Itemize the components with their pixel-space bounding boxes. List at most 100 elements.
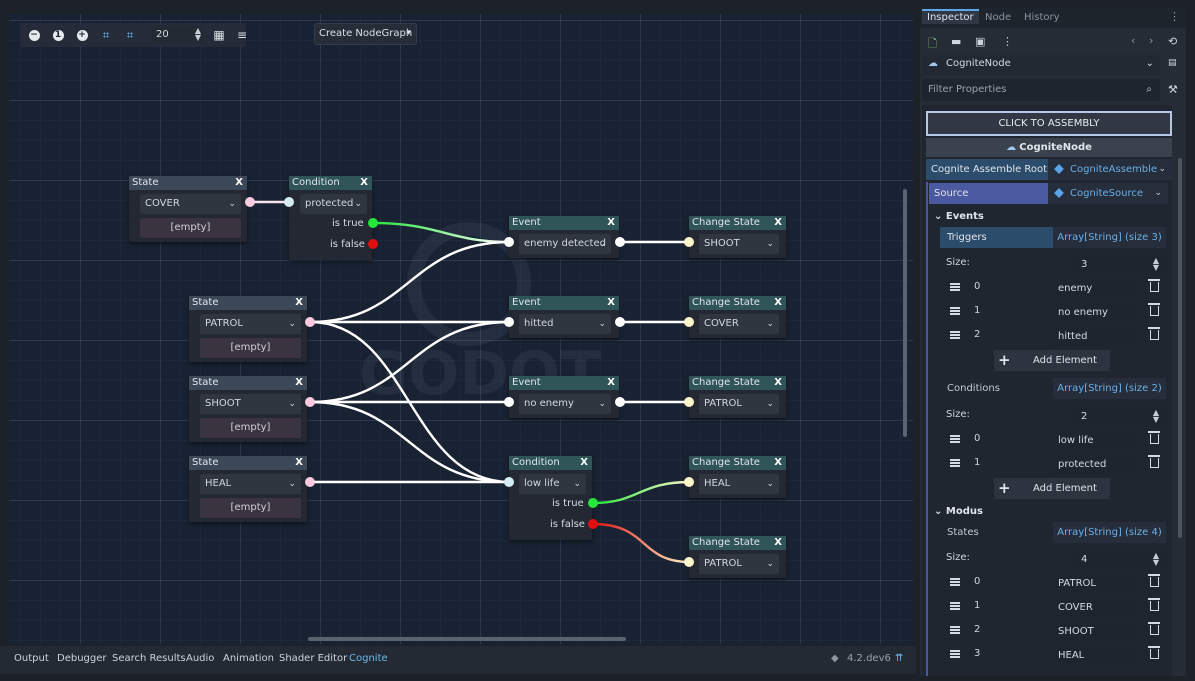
source-value[interactable]: CogniteSource ⌄	[1048, 183, 1168, 204]
close-node-button[interactable]: X	[774, 536, 782, 550]
spin-arrows-icon[interactable]: ▲ ▼	[1153, 257, 1159, 272]
is-false-output-port[interactable]	[368, 239, 378, 249]
vertical-scrollbar[interactable]	[903, 189, 907, 437]
drag-handle-icon[interactable]	[950, 602, 960, 610]
close-node-button[interactable]: X	[774, 456, 782, 470]
tab-cognite[interactable]: Cognite	[349, 653, 388, 664]
state-output-port[interactable]	[305, 397, 315, 407]
dock-menu-icon[interactable]: ⋮	[1169, 10, 1180, 23]
close-node-button[interactable]: X	[607, 296, 615, 310]
minimap-icon[interactable]: ▦	[210, 26, 228, 44]
change-state-dropdown[interactable]: PATROL ⌄	[699, 554, 779, 574]
close-node-button[interactable]: X	[774, 296, 782, 310]
close-node-button[interactable]: X	[295, 376, 303, 390]
more-options-icon[interactable]: ⋮	[1002, 35, 1013, 48]
drag-handle-icon[interactable]	[950, 650, 960, 658]
drag-handle-icon[interactable]	[950, 435, 960, 443]
horizontal-scrollbar[interactable]	[308, 637, 626, 641]
state-dropdown[interactable]: COVER ⌄	[140, 194, 241, 214]
state-node-heal[interactable]: State X HEAL ⌄ [empty]	[189, 456, 307, 522]
close-node-button[interactable]: X	[774, 216, 782, 230]
triggers-array-button[interactable]: Array[String] (size 3)	[1053, 227, 1166, 248]
event-node-enemy-detected[interactable]: Event X enemy detected ⌄	[509, 216, 619, 258]
grid-snap-icon[interactable]: ⌗	[97, 26, 115, 44]
drag-handle-icon[interactable]	[950, 283, 960, 291]
event-dropdown[interactable]: no enemy ⌄	[519, 394, 611, 414]
tab-history[interactable]: History	[1019, 11, 1065, 24]
zoom-reset-icon[interactable]: 1	[49, 26, 67, 44]
expand-panel-icon[interactable]: ⇈	[895, 653, 903, 664]
object-selector[interactable]: CogniteNode ☁ ⌄	[922, 55, 1160, 75]
event-input-port[interactable]	[504, 317, 514, 327]
condition-dropdown[interactable]: protected ⌄	[300, 194, 367, 214]
is-true-output-port[interactable]	[368, 218, 378, 228]
drag-handle-icon[interactable]	[950, 626, 960, 634]
tab-audio[interactable]: Audio	[186, 653, 214, 664]
condition-input-port[interactable]	[504, 477, 514, 487]
condition-element-field[interactable]: low life	[1054, 431, 1138, 451]
state-output-port[interactable]	[305, 317, 315, 327]
history-back-icon[interactable]: ‹	[1131, 34, 1135, 47]
empty-slot-button[interactable]: [empty]	[140, 218, 241, 238]
change-state-node-patrol[interactable]: Change State X PATROL ⌄	[689, 376, 786, 418]
tab-node[interactable]: Node	[980, 11, 1016, 24]
condition-input-port[interactable]	[284, 197, 294, 207]
drag-handle-icon[interactable]	[950, 578, 960, 586]
arrange-nodes-icon[interactable]: ≡	[233, 26, 251, 44]
event-output-port[interactable]	[615, 397, 625, 407]
state-element-field[interactable]: HEAL	[1054, 646, 1138, 666]
empty-slot-button[interactable]: [empty]	[200, 338, 301, 358]
add-element-button[interactable]: + Add Element	[994, 350, 1110, 371]
state-element-field[interactable]: SHOOT	[1054, 622, 1138, 642]
change-state-input-port[interactable]	[684, 237, 694, 247]
change-state-input-port[interactable]	[684, 477, 694, 487]
event-node-no-enemy[interactable]: Event X no enemy ⌄	[509, 376, 619, 418]
state-node-patrol[interactable]: State X PATROL ⌄ [empty]	[189, 296, 307, 362]
modus-group-header[interactable]: ⌄ Modus	[934, 506, 983, 517]
spin-arrows-icon[interactable]: ▲ ▼	[1153, 409, 1159, 424]
trigger-element-field[interactable]: enemy detected	[1054, 279, 1138, 314]
change-state-input-port[interactable]	[684, 317, 694, 327]
click-to-assembly-button[interactable]: CLICK TO ASSEMBLY	[926, 111, 1172, 136]
trash-icon[interactable]	[1148, 598, 1160, 611]
event-output-port[interactable]	[615, 237, 625, 247]
grid-toggle-icon[interactable]: ⌗	[121, 26, 139, 44]
change-state-input-port[interactable]	[684, 557, 694, 567]
assemble-root-value[interactable]: CogniteAssemble ⌄	[1048, 159, 1172, 180]
change-state-node-heal[interactable]: Change State X HEAL ⌄	[689, 456, 786, 498]
spin-arrows-icon[interactable]: ▲ ▼	[195, 27, 201, 42]
snap-distance-field[interactable]: 20 ▲ ▼	[151, 26, 205, 44]
condition-element-field[interactable]: protected	[1054, 455, 1138, 475]
state-dropdown[interactable]: SHOOT ⌄	[200, 394, 301, 414]
change-state-node-patrol-2[interactable]: Change State X PATROL ⌄	[689, 536, 786, 578]
condition-node-low-life[interactable]: Condition X low life ⌄ is true is false	[509, 456, 592, 540]
close-node-button[interactable]: X	[295, 296, 303, 310]
change-state-input-port[interactable]	[684, 397, 694, 407]
event-output-port[interactable]	[615, 317, 625, 327]
close-node-button[interactable]: X	[580, 456, 588, 470]
condition-node-protected[interactable]: Condition X protected ⌄ is true is false	[289, 176, 372, 260]
state-node-shoot[interactable]: State X SHOOT ⌄ [empty]	[189, 376, 307, 442]
trash-icon[interactable]	[1148, 279, 1160, 292]
tab-animation[interactable]: Animation	[223, 653, 274, 664]
save-icon[interactable]: ▣	[975, 35, 985, 48]
event-input-port[interactable]	[504, 237, 514, 247]
state-node-cover[interactable]: State X COVER ⌄ [empty]	[129, 176, 247, 242]
change-state-dropdown[interactable]: PATROL ⌄	[699, 394, 779, 414]
event-input-port[interactable]	[504, 397, 514, 407]
trash-icon[interactable]	[1148, 622, 1160, 635]
open-folder-icon[interactable]: ▬	[951, 35, 961, 48]
drag-handle-icon[interactable]	[950, 459, 960, 467]
state-element-field[interactable]: PATROL	[1054, 574, 1138, 594]
trash-icon[interactable]	[1148, 327, 1160, 340]
close-node-button[interactable]: X	[295, 456, 303, 470]
change-state-node-cover[interactable]: Change State X COVER ⌄	[689, 296, 786, 338]
state-dropdown[interactable]: HEAL ⌄	[200, 474, 301, 494]
empty-slot-button[interactable]: [empty]	[200, 418, 301, 438]
triggers-size-field[interactable]: 3 ▲ ▼	[1074, 255, 1165, 275]
filter-properties-input[interactable]: Filter Properties ⌕	[922, 79, 1160, 101]
change-state-dropdown[interactable]: HEAL ⌄	[699, 474, 779, 494]
state-dropdown[interactable]: PATROL ⌄	[200, 314, 301, 334]
is-true-output-port[interactable]	[588, 498, 598, 508]
state-output-port[interactable]	[305, 477, 315, 487]
